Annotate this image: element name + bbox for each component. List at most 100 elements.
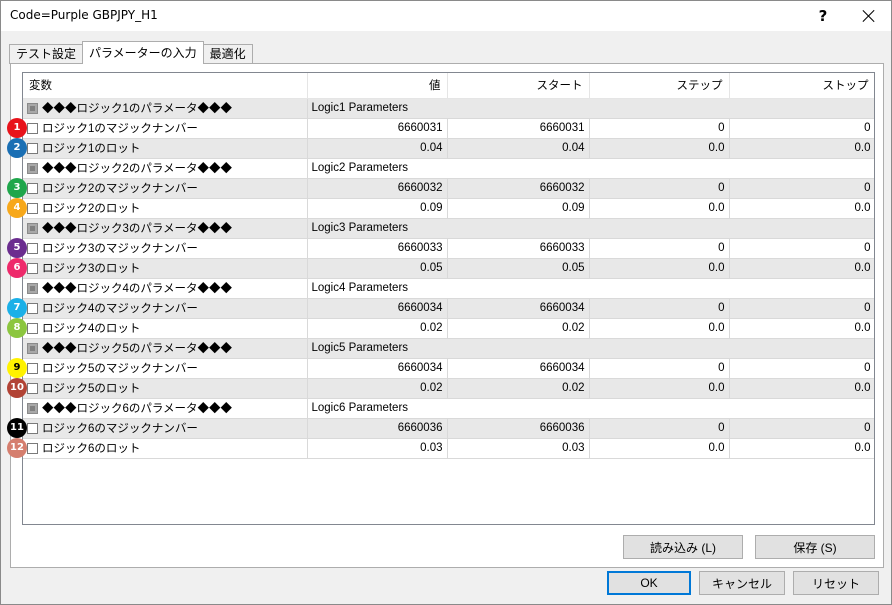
value-cell[interactable]: 0.05 <box>307 258 448 279</box>
load-button[interactable]: 読み込み (L) <box>623 535 743 559</box>
value-cell[interactable]: 6660034 <box>307 358 448 379</box>
checkbox[interactable] <box>27 203 38 214</box>
table-row[interactable]: ロジック1のロット 0.04 0.04 0.0 0.0 <box>23 138 874 159</box>
checkbox[interactable] <box>27 143 38 154</box>
step-cell[interactable]: 0 <box>589 298 730 319</box>
step-cell[interactable]: 0.0 <box>589 438 730 459</box>
column-header-start[interactable]: スタート <box>447 73 590 99</box>
group-label-cell[interactable]: Logic6 Parameters <box>307 398 874 419</box>
checkbox[interactable] <box>27 403 38 414</box>
checkbox[interactable] <box>27 263 38 274</box>
value-cell[interactable]: 6660031 <box>307 118 448 139</box>
column-header-variable[interactable]: 変数 <box>23 73 308 99</box>
table-row[interactable]: ロジック6のロット 0.03 0.03 0.0 0.0 <box>23 438 874 459</box>
stop-cell[interactable]: 0 <box>729 418 874 439</box>
group-label-cell[interactable]: Logic2 Parameters <box>307 158 874 179</box>
checkbox[interactable] <box>27 103 38 114</box>
tab-parameters[interactable]: パラメーターの入力 <box>82 41 204 64</box>
value-cell[interactable]: 6660033 <box>307 238 448 259</box>
stop-cell[interactable]: 0.0 <box>729 318 874 339</box>
save-button[interactable]: 保存 (S) <box>755 535 875 559</box>
group-label-cell[interactable]: Logic3 Parameters <box>307 218 874 239</box>
checkbox[interactable] <box>27 363 38 374</box>
table-row-group-header[interactable]: ◆◆◆ロジック6のパラメータ◆◆◆ Logic6 Parameters <box>23 398 874 419</box>
stop-cell[interactable]: 0 <box>729 238 874 259</box>
table-row-group-header[interactable]: ◆◆◆ロジック5のパラメータ◆◆◆ Logic5 Parameters <box>23 338 874 359</box>
tab-optimization[interactable]: 最適化 <box>202 44 253 64</box>
table-row-group-header[interactable]: ◆◆◆ロジック4のパラメータ◆◆◆ Logic4 Parameters <box>23 278 874 299</box>
start-cell[interactable]: 6660034 <box>447 298 590 319</box>
start-cell[interactable]: 6660036 <box>447 418 590 439</box>
step-cell[interactable]: 0.0 <box>589 198 730 219</box>
checkbox[interactable] <box>27 443 38 454</box>
start-cell[interactable]: 6660032 <box>447 178 590 199</box>
table-row[interactable]: ロジック2のマジックナンバー 6660032 6660032 0 0 <box>23 178 874 199</box>
step-cell[interactable]: 0 <box>589 118 730 139</box>
value-cell[interactable]: 0.02 <box>307 318 448 339</box>
reset-button[interactable]: リセット <box>793 571 879 595</box>
start-cell[interactable]: 0.03 <box>447 438 590 459</box>
tab-test-settings[interactable]: テスト設定 <box>9 44 84 64</box>
table-row[interactable]: ロジック6のマジックナンバー 6660036 6660036 0 0 <box>23 418 874 439</box>
stop-cell[interactable]: 0.0 <box>729 438 874 459</box>
start-cell[interactable]: 6660033 <box>447 238 590 259</box>
table-row-group-header[interactable]: ◆◆◆ロジック2のパラメータ◆◆◆ Logic2 Parameters <box>23 158 874 179</box>
stop-cell[interactable]: 0.0 <box>729 198 874 219</box>
value-cell[interactable]: 0.02 <box>307 378 448 399</box>
step-cell[interactable]: 0.0 <box>589 378 730 399</box>
table-row[interactable]: ロジック3のマジックナンバー 6660033 6660033 0 0 <box>23 238 874 259</box>
table-row[interactable]: ロジック2のロット 0.09 0.09 0.0 0.0 <box>23 198 874 219</box>
column-header-value[interactable]: 値 <box>307 73 448 99</box>
start-cell[interactable]: 6660031 <box>447 118 590 139</box>
table-row[interactable]: ロジック5のマジックナンバー 6660034 6660034 0 0 <box>23 358 874 379</box>
table-row[interactable]: ロジック3のロット 0.05 0.05 0.0 0.0 <box>23 258 874 279</box>
start-cell[interactable]: 0.02 <box>447 318 590 339</box>
step-cell[interactable]: 0 <box>589 358 730 379</box>
checkbox[interactable] <box>27 303 38 314</box>
step-cell[interactable]: 0 <box>589 178 730 199</box>
stop-cell[interactable]: 0 <box>729 298 874 319</box>
stop-cell[interactable]: 0.0 <box>729 138 874 159</box>
checkbox[interactable] <box>27 243 38 254</box>
step-cell[interactable]: 0.0 <box>589 258 730 279</box>
stop-cell[interactable]: 0 <box>729 118 874 139</box>
table-row-group-header[interactable]: ◆◆◆ロジック3のパラメータ◆◆◆ Logic3 Parameters <box>23 218 874 239</box>
table-row[interactable]: ロジック4のマジックナンバー 6660034 6660034 0 0 <box>23 298 874 319</box>
value-cell[interactable]: 6660036 <box>307 418 448 439</box>
value-cell[interactable]: 6660034 <box>307 298 448 319</box>
group-label-cell[interactable]: Logic1 Parameters <box>307 98 874 119</box>
start-cell[interactable]: 0.05 <box>447 258 590 279</box>
column-header-step[interactable]: ステップ <box>589 73 730 99</box>
table-row-group-header[interactable]: ◆◆◆ロジック1のパラメータ◆◆◆ Logic1 Parameters <box>23 98 874 119</box>
value-cell[interactable]: 0.09 <box>307 198 448 219</box>
value-cell[interactable]: 0.03 <box>307 438 448 459</box>
checkbox[interactable] <box>27 163 38 174</box>
value-cell[interactable]: 0.04 <box>307 138 448 159</box>
group-label-cell[interactable]: Logic4 Parameters <box>307 278 874 299</box>
start-cell[interactable]: 0.09 <box>447 198 590 219</box>
table-row[interactable]: ロジック1のマジックナンバー 6660031 6660031 0 0 <box>23 118 874 139</box>
checkbox[interactable] <box>27 123 38 134</box>
table-row[interactable]: ロジック5のロット 0.02 0.02 0.0 0.0 <box>23 378 874 399</box>
stop-cell[interactable]: 0.0 <box>729 258 874 279</box>
step-cell[interactable]: 0.0 <box>589 318 730 339</box>
close-button[interactable] <box>849 1 889 31</box>
stop-cell[interactable]: 0 <box>729 358 874 379</box>
stop-cell[interactable]: 0 <box>729 178 874 199</box>
start-cell[interactable]: 0.04 <box>447 138 590 159</box>
checkbox[interactable] <box>27 423 38 434</box>
ok-button[interactable]: OK <box>607 571 691 595</box>
start-cell[interactable]: 6660034 <box>447 358 590 379</box>
checkbox[interactable] <box>27 323 38 334</box>
step-cell[interactable]: 0 <box>589 418 730 439</box>
table-row[interactable]: ロジック4のロット 0.02 0.02 0.0 0.0 <box>23 318 874 339</box>
help-button[interactable]: ? <box>803 1 843 31</box>
cancel-button[interactable]: キャンセル <box>699 571 785 595</box>
start-cell[interactable]: 0.02 <box>447 378 590 399</box>
checkbox[interactable] <box>27 343 38 354</box>
checkbox[interactable] <box>27 223 38 234</box>
value-cell[interactable]: 6660032 <box>307 178 448 199</box>
step-cell[interactable]: 0 <box>589 238 730 259</box>
checkbox[interactable] <box>27 183 38 194</box>
step-cell[interactable]: 0.0 <box>589 138 730 159</box>
